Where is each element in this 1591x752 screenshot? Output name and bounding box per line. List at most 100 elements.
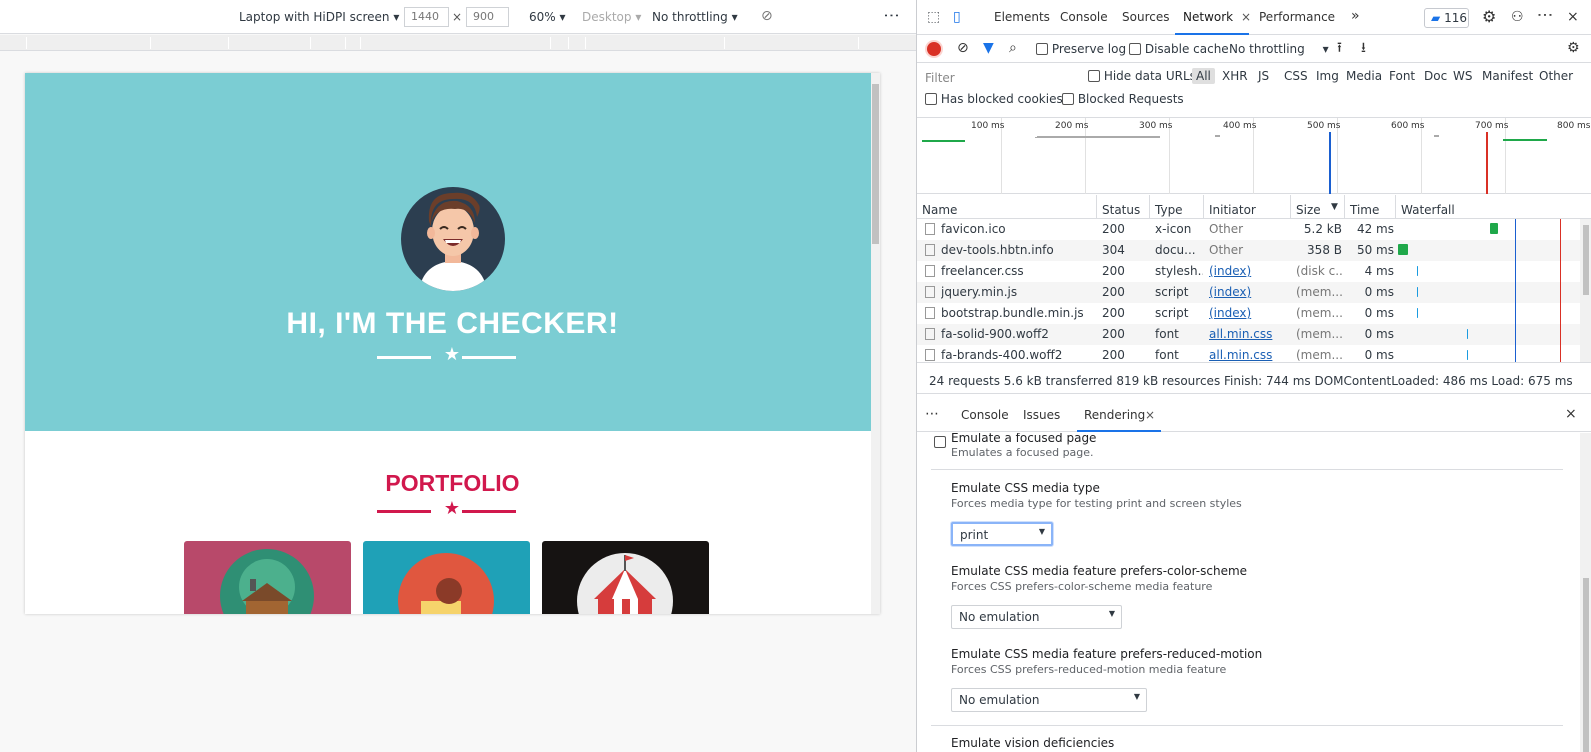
clear-icon[interactable]: ⊘: [957, 41, 969, 55]
rendering-scrollbar[interactable]: [1580, 433, 1591, 752]
color-scheme-select[interactable]: No emulation ▼: [951, 605, 1122, 629]
portfolio-item-circus[interactable]: [542, 541, 709, 614]
cell-initiator[interactable]: (index): [1209, 306, 1289, 320]
scrollbar-thumb[interactable]: [872, 84, 879, 244]
hide-data-urls-box[interactable]: [1088, 70, 1100, 82]
cell-status: 200: [1102, 285, 1125, 299]
tab-network[interactable]: Network: [1183, 10, 1233, 24]
column-header-waterfall[interactable]: Waterfall: [1396, 195, 1591, 219]
filter-type-media[interactable]: Media: [1346, 69, 1382, 83]
hide-data-urls-checkbox[interactable]: Hide data URLs: [1088, 69, 1196, 83]
devtools-menu-icon[interactable]: ⋮: [1536, 7, 1555, 23]
disable-cache-checkbox[interactable]: Disable cache: [1129, 42, 1229, 56]
device-toolbar-icon[interactable]: ▯: [953, 10, 961, 24]
table-row[interactable]: favicon.ico 200 x-icon Other 5.2 kB 42 ms: [917, 219, 1591, 240]
reduced-motion-title: Emulate CSS media feature prefers-reduce…: [951, 647, 1263, 661]
filter-icon[interactable]: ▼: [983, 41, 994, 55]
close-network-tab-icon[interactable]: ×: [1241, 10, 1251, 24]
export-har-icon[interactable]: ⭳: [1361, 41, 1366, 55]
blocked-requests-box[interactable]: [1062, 93, 1074, 105]
search-icon[interactable]: ⌕: [1009, 41, 1017, 55]
table-row[interactable]: dev-tools.hbtn.info 304 docu... Other 358 B 5…: [917, 240, 1591, 261]
filter-type-other[interactable]: Other: [1539, 69, 1573, 83]
portfolio-item-cake[interactable]: [363, 541, 530, 614]
table-row[interactable]: freelancer.css 200 stylesh... (index) (disk …: [917, 261, 1591, 282]
disable-cache-box[interactable]: [1129, 43, 1141, 55]
table-scrollbar[interactable]: [1580, 219, 1591, 362]
filter-type-all[interactable]: All: [1192, 68, 1215, 84]
record-icon[interactable]: [927, 42, 941, 56]
portfolio-item-cabin[interactable]: [184, 541, 351, 614]
emulate-focused-page-checkbox[interactable]: [934, 436, 946, 448]
device-throttle-select[interactable]: No throttling ▾: [652, 10, 738, 24]
rotate-icon[interactable]: ⊘: [761, 8, 773, 24]
column-header-time[interactable]: Time: [1345, 195, 1396, 219]
cell-initiator[interactable]: (index): [1209, 264, 1289, 278]
column-header-type[interactable]: Type: [1150, 195, 1204, 219]
drawer-tab-issues[interactable]: Issues: [1023, 408, 1060, 422]
table-row[interactable]: bootstrap.bundle.min.js 200 script (index) (…: [917, 303, 1591, 324]
preserve-log-box[interactable]: [1036, 43, 1048, 55]
more-tabs-icon[interactable]: »: [1351, 8, 1360, 24]
scrollbar-thumb[interactable]: [1583, 225, 1589, 295]
close-rendering-tab-icon[interactable]: ×: [1145, 408, 1155, 422]
tab-sources[interactable]: Sources: [1122, 10, 1169, 24]
width-input[interactable]: 1440: [404, 7, 449, 27]
media-type-select[interactable]: print ▼: [951, 522, 1053, 546]
tab-elements[interactable]: Elements: [994, 10, 1050, 24]
device-mode-select[interactable]: Desktop ▾: [582, 10, 641, 24]
tab-performance[interactable]: Performance: [1259, 10, 1335, 24]
network-settings-icon[interactable]: ⚙: [1567, 41, 1580, 55]
table-row[interactable]: jquery.min.js 200 script (index) (mem... 0 ms: [917, 282, 1591, 303]
filter-input[interactable]: Filter: [925, 71, 1085, 85]
column-header-name[interactable]: Name: [917, 195, 1097, 219]
drawer-menu-icon[interactable]: ⋯: [925, 406, 939, 422]
table-row[interactable]: fa-brands-400.woff2 200 font all.min.css (me…: [917, 345, 1591, 362]
chevron-down-icon: ▼: [1133, 692, 1140, 701]
has-blocked-cookies-box[interactable]: [925, 93, 937, 105]
import-har-icon[interactable]: ⭱: [1337, 41, 1342, 55]
filter-type-ws[interactable]: WS: [1453, 69, 1472, 83]
settings-gear-icon[interactable]: ⚙: [1482, 9, 1496, 25]
cell-initiator[interactable]: all.min.css: [1209, 348, 1289, 362]
filter-type-js[interactable]: JS: [1258, 69, 1269, 83]
filter-type-css[interactable]: CSS: [1284, 69, 1308, 83]
cell-time: 0 ms: [1364, 306, 1394, 320]
height-input[interactable]: 900: [466, 7, 509, 27]
filter-type-doc[interactable]: Doc: [1424, 69, 1447, 83]
more-options-icon[interactable]: ⋮: [883, 8, 902, 24]
column-header-initiator[interactable]: Initiator: [1204, 195, 1291, 219]
waterfall-bar: [1417, 308, 1418, 318]
zoom-select[interactable]: 60% ▾: [529, 10, 566, 24]
media-query-ruler[interactable]: [0, 35, 916, 51]
network-throttle-label: No throttling: [1229, 42, 1305, 56]
filter-type-img[interactable]: Img: [1316, 69, 1339, 83]
customize-icon[interactable]: ⚇: [1511, 10, 1524, 24]
filter-type-xhr[interactable]: XHR: [1222, 69, 1248, 83]
preserve-log-checkbox[interactable]: Preserve log: [1036, 42, 1126, 56]
reduced-motion-select[interactable]: No emulation ▼: [951, 688, 1147, 712]
column-header-status[interactable]: Status: [1097, 195, 1150, 219]
filter-type-manifest[interactable]: Manifest: [1482, 69, 1533, 83]
filter-type-font[interactable]: Font: [1389, 69, 1415, 83]
drawer-tab-rendering[interactable]: Rendering: [1084, 408, 1145, 422]
tab-console[interactable]: Console: [1060, 10, 1108, 24]
device-select[interactable]: Laptop with HiDPI screen ▾: [239, 10, 399, 24]
network-overview[interactable]: 100 ms 200 ms 300 ms 400 ms 500 ms 600 m…: [917, 118, 1591, 194]
blocked-requests-checkbox[interactable]: Blocked Requests: [1062, 92, 1184, 106]
table-row[interactable]: fa-solid-900.woff2 200 font all.min.css (mem…: [917, 324, 1591, 345]
issues-badge[interactable]: ▰ 116: [1424, 8, 1469, 28]
inspect-element-icon[interactable]: ⬚: [927, 10, 940, 24]
network-toolbar: ⊘ ▼ ⌕ Preserve log Disable cache No thro…: [917, 36, 1591, 63]
viewport-scrollbar[interactable]: [871, 73, 880, 614]
drawer-tab-console[interactable]: Console: [961, 408, 1009, 422]
close-drawer-icon[interactable]: ×: [1565, 406, 1577, 422]
has-blocked-cookies-checkbox[interactable]: Has blocked cookies: [925, 92, 1063, 106]
scrollbar-thumb[interactable]: [1583, 578, 1589, 752]
dimension-separator: ×: [452, 10, 463, 24]
overview-bar: [1434, 135, 1439, 137]
cell-initiator[interactable]: (index): [1209, 285, 1289, 299]
close-devtools-icon[interactable]: ×: [1567, 10, 1579, 24]
network-throttle-select[interactable]: No throttling ▾: [1229, 42, 1329, 56]
cell-initiator[interactable]: all.min.css: [1209, 327, 1289, 341]
